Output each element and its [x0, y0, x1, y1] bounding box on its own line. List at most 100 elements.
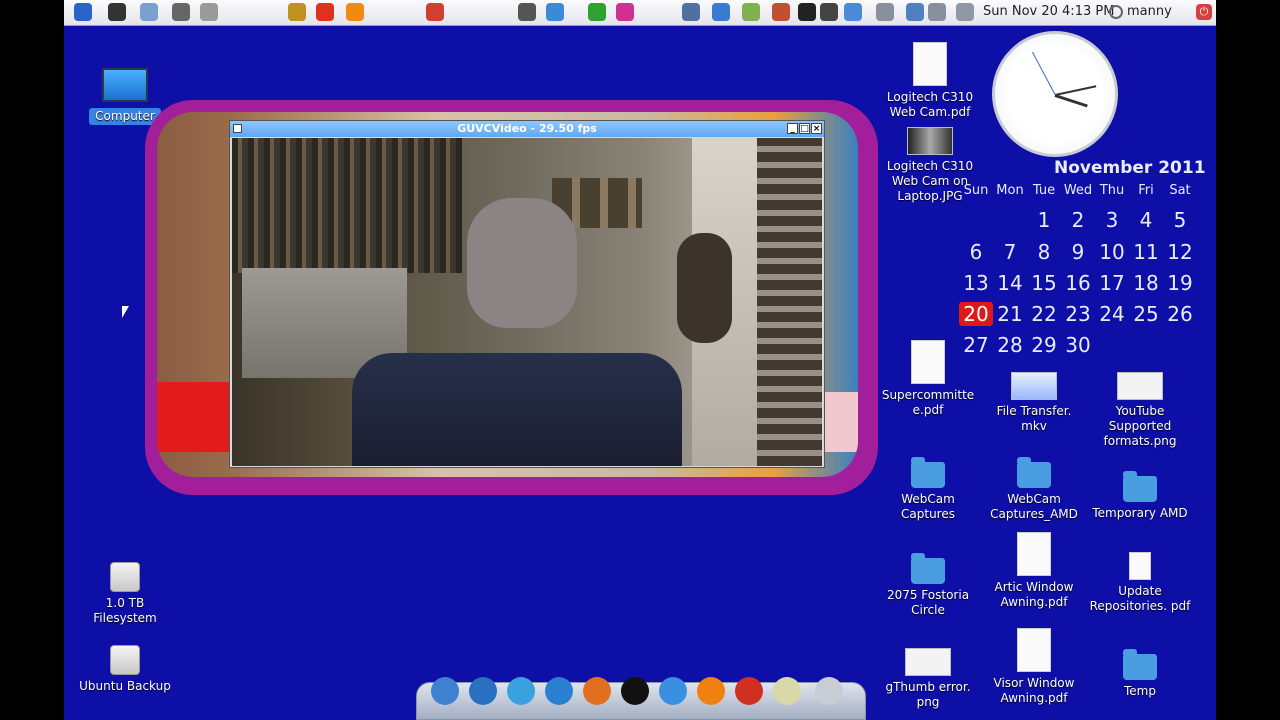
network-dock-icon[interactable] — [507, 677, 535, 705]
text-editor-icon[interactable] — [200, 3, 218, 21]
maximize-button[interactable]: □ — [799, 123, 810, 134]
calendar-day[interactable]: 29 — [1027, 333, 1061, 357]
flame-app-icon[interactable] — [316, 3, 334, 21]
monitor-icon[interactable] — [820, 3, 838, 21]
desktop-file-icon[interactable]: WebCam Captures_AMD — [982, 456, 1086, 522]
network-app-icon[interactable] — [546, 3, 564, 21]
computer-desktop-icon[interactable]: Computer — [89, 68, 161, 125]
panel-clock[interactable]: Sun Nov 20 4:13 PM — [983, 4, 1114, 19]
window-titlebar[interactable]: GUVCVideo - 29.50 fps _ □ × — [230, 121, 824, 137]
network-indicator-icon[interactable] — [876, 3, 894, 21]
calendar-day[interactable]: 21 — [993, 302, 1027, 326]
backup-desktop-icon[interactable]: Ubuntu Backup — [76, 645, 174, 694]
scanner-icon[interactable] — [518, 3, 536, 21]
volume-icon[interactable] — [928, 3, 946, 21]
computer-label: Computer — [89, 108, 161, 125]
calendar-day[interactable]: 11 — [1129, 240, 1163, 264]
mail-indicator-icon[interactable] — [906, 3, 924, 21]
screen-dock-icon[interactable] — [431, 677, 459, 705]
gmail-icon[interactable] — [426, 3, 444, 21]
notes-dock-icon[interactable] — [773, 677, 801, 705]
clock-minute-hand — [1054, 85, 1097, 96]
calendar-day[interactable]: 28 — [993, 333, 1027, 357]
desktop-file-icon[interactable]: YouTube Supported formats.png — [1088, 372, 1192, 449]
battery-icon[interactable] — [956, 3, 974, 21]
minimize-button[interactable]: _ — [787, 123, 798, 134]
desktop-file-icon[interactable]: Visor Window Awning.pdf — [982, 628, 1086, 706]
guvcview-window[interactable]: GUVCVideo - 29.50 fps _ □ × — [229, 120, 825, 468]
desktop-file-icon[interactable]: Update Repositories. pdf — [1088, 552, 1192, 614]
thunderbird-dock-icon[interactable] — [545, 677, 573, 705]
calendar-day[interactable]: 22 — [1027, 302, 1061, 326]
screenshot-icon[interactable] — [682, 3, 700, 21]
firefox-dock-icon[interactable] — [583, 677, 611, 705]
globe-icon[interactable] — [712, 3, 730, 21]
calendar-day[interactable]: 12 — [1163, 240, 1197, 264]
window-menu-icon[interactable] — [233, 124, 242, 133]
video-bookshelf — [232, 138, 462, 273]
bluetooth-dock-icon[interactable] — [659, 677, 687, 705]
settings-app-icon[interactable] — [288, 3, 306, 21]
firefox-icon[interactable] — [346, 3, 364, 21]
trash-dock-icon[interactable] — [815, 677, 843, 705]
calendar-day[interactable]: 10 — [1095, 240, 1129, 264]
file-manager-icon[interactable] — [140, 3, 158, 21]
calendar-day[interactable]: 6 — [959, 240, 993, 264]
calendar-day[interactable]: 30 — [1061, 333, 1095, 357]
image-thumbnail-icon — [1117, 372, 1163, 400]
panel-username[interactable]: manny — [1127, 4, 1172, 19]
close-button[interactable]: × — [811, 123, 822, 134]
calendar-day[interactable]: 13 — [959, 271, 993, 295]
desktop-file-icon[interactable]: WebCam Captures — [882, 456, 974, 522]
calendar-day[interactable]: 15 — [1027, 271, 1061, 295]
calendar-day[interactable]: 9 — [1061, 240, 1095, 264]
desktop-file-label: Artic Window Awning.pdf — [994, 580, 1074, 609]
filesystem-desktop-icon[interactable]: 1.0 TB Filesystem — [84, 562, 166, 626]
desktop-file-icon[interactable]: File Transfer. mkv — [982, 372, 1086, 434]
calendar-day[interactable]: 14 — [993, 271, 1027, 295]
terminal-icon[interactable] — [798, 3, 816, 21]
desktop-file-icon[interactable]: Temp — [1088, 648, 1192, 699]
calendar-day[interactable]: 24 — [1095, 302, 1129, 326]
calendar-day[interactable]: 16 — [1061, 271, 1095, 295]
printer-icon[interactable] — [172, 3, 190, 21]
power-icon[interactable]: ⏻ — [1196, 4, 1212, 20]
calendar-day[interactable]: 27 — [959, 333, 993, 357]
vlc-dock-icon[interactable] — [697, 677, 725, 705]
display-icon[interactable] — [844, 3, 862, 21]
diamond-app-icon[interactable] — [616, 3, 634, 21]
calendar-day[interactable]: 4 — [1129, 208, 1163, 232]
people-icon[interactable] — [772, 3, 790, 21]
calendar-day[interactable]: 7 — [993, 240, 1027, 264]
desktop-file-icon[interactable]: Logitech C310 Web Cam.pdf — [882, 42, 978, 120]
calendar-day[interactable]: 25 — [1129, 302, 1163, 326]
calendar-day[interactable]: 18 — [1129, 271, 1163, 295]
desktop-file-icon[interactable]: Artic Window Awning.pdf — [982, 532, 1086, 610]
calendar-weekday: Wed — [1063, 183, 1093, 198]
video-thumbnail-icon — [1011, 372, 1057, 400]
video-wall-hanging — [677, 233, 732, 343]
alarm-dock-icon[interactable] — [735, 677, 763, 705]
calendar-day[interactable]: 23 — [1061, 302, 1095, 326]
binoculars-icon[interactable] — [108, 3, 126, 21]
desktop-file-icon[interactable]: Temporary AMD — [1088, 470, 1192, 521]
desktop-file-icon[interactable]: 2075 Fostoria Circle — [876, 552, 980, 618]
calendar-day[interactable]: 2 — [1061, 208, 1095, 232]
calendar-day[interactable]: 1 — [1027, 208, 1061, 232]
calendar-today[interactable]: 20 — [959, 302, 993, 326]
ubuntu-logo-icon[interactable] — [74, 3, 92, 21]
desktop-file-label: Visor Window Awning.pdf — [993, 676, 1075, 705]
amarok-dock-icon[interactable] — [621, 677, 649, 705]
calendar-day[interactable]: 19 — [1163, 271, 1197, 295]
disk-icon[interactable] — [742, 3, 760, 21]
video-person-body — [352, 353, 682, 466]
download-icon[interactable] — [588, 3, 606, 21]
desktop-file-icon[interactable]: gThumb error. png — [876, 648, 980, 710]
calendar-day[interactable]: 17 — [1095, 271, 1129, 295]
calendar-day[interactable]: 26 — [1163, 302, 1197, 326]
user-icon[interactable] — [1109, 5, 1123, 19]
calendar-day[interactable]: 8 — [1027, 240, 1061, 264]
calendar-day[interactable]: 3 — [1095, 208, 1129, 232]
calendar-day[interactable]: 5 — [1163, 208, 1197, 232]
earth-dock-icon[interactable] — [469, 677, 497, 705]
